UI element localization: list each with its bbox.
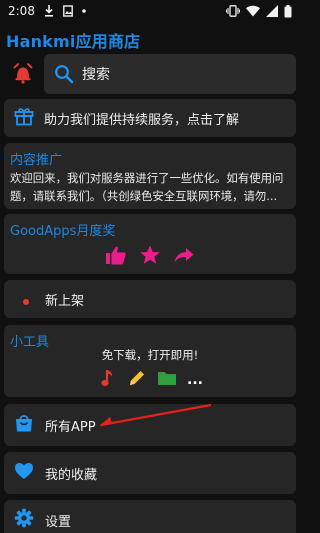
all-apps-label: 所有APP: [45, 419, 96, 435]
promo-line-2: 题，请联系我们。（共创绿色安全互联网环境，请勿...: [10, 189, 278, 203]
thumb-up-icon[interactable]: [105, 244, 127, 270]
dot-icon: [82, 9, 86, 13]
pencil-icon[interactable]: [127, 368, 147, 392]
download-icon: [44, 5, 54, 17]
image-icon: [63, 5, 73, 17]
arrow-annotation-icon: [99, 403, 212, 427]
alarm-button[interactable]: [10, 62, 36, 88]
share-icon[interactable]: [173, 244, 195, 270]
heart-icon: [14, 461, 34, 485]
signal-icon: [266, 5, 278, 17]
app-title: Hankmi应用商店: [6, 32, 141, 51]
music-note-icon[interactable]: [101, 368, 117, 392]
alarm-icon: [12, 62, 34, 88]
wifi-icon: [246, 5, 260, 17]
new-releases-card[interactable]: 新上架: [4, 280, 296, 318]
settings-card[interactable]: 设置: [4, 500, 296, 533]
promo-card[interactable]: 内容推广 欢迎回来，我们对服务器进行了一些优化。如有使用问 题，请联系我们。（共…: [4, 143, 296, 209]
favorites-label: 我的收藏: [45, 467, 98, 483]
search-placeholder: 搜索: [82, 67, 110, 83]
status-time: 2:08: [8, 4, 35, 18]
red-dot-icon: [23, 290, 29, 309]
search-icon: [54, 64, 74, 84]
promo-line-1: 欢迎回来，我们对服务器进行了一些优化。如有使用问: [10, 171, 284, 185]
promo-text: 欢迎回来，我们对服务器进行了一些优化。如有使用问 题，请联系我们。（共创绿色安全…: [10, 169, 290, 205]
goodapps-card[interactable]: GoodApps月度奖: [4, 214, 296, 274]
goodapps-title: GoodApps月度奖: [10, 224, 116, 239]
all-apps-card[interactable]: 所有APP: [4, 403, 296, 446]
vibrate-icon: [226, 5, 240, 17]
favorites-card[interactable]: 我的收藏: [4, 452, 296, 494]
status-bar: 2:08: [0, 0, 300, 22]
tools-text: 免下载，打开即用!: [101, 348, 199, 362]
support-label: 助力我们提供持续服务，点击了解: [44, 112, 240, 128]
more-icon[interactable]: ...: [187, 373, 203, 387]
folder-icon[interactable]: [157, 369, 177, 391]
star-icon[interactable]: [139, 244, 161, 270]
battery-icon: [284, 4, 292, 18]
tools-card[interactable]: 小工具 免下载，打开即用! ...: [4, 325, 296, 397]
promo-title: 内容推广: [10, 153, 63, 168]
new-releases-label: 新上架: [45, 293, 85, 309]
shopping-bag-icon: [14, 413, 34, 437]
gift-icon: [14, 106, 34, 130]
search-input[interactable]: 搜索: [44, 54, 296, 94]
support-card[interactable]: 助力我们提供持续服务，点击了解: [4, 99, 296, 137]
gear-icon: [14, 508, 34, 532]
settings-label: 设置: [45, 514, 72, 530]
